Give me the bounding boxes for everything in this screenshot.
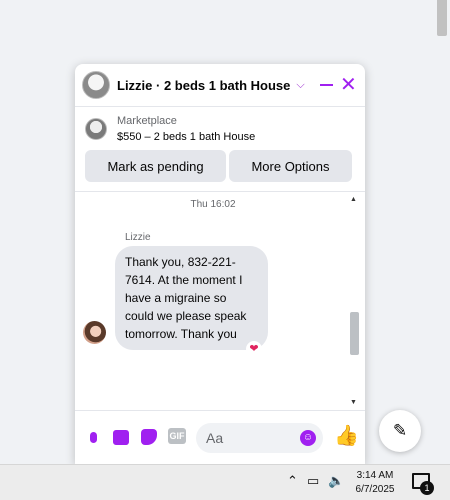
taskbar: ⌃ ▭ 🔈 3:14 AM 6/7/2025 1: [0, 464, 450, 500]
notification-badge: 1: [420, 481, 434, 495]
chevron-down-icon[interactable]: ⌵: [296, 79, 304, 92]
marketplace-label: Marketplace: [117, 115, 177, 127]
message-scrollbar[interactable]: ▲ ▼: [348, 192, 360, 410]
message-timestamp: Thu 16:02: [190, 199, 236, 210]
scroll-down-arrow-icon[interactable]: ▼: [350, 399, 357, 406]
message-bubble[interactable]: Thank you, 832-221-7614. At the moment I…: [115, 246, 268, 350]
chat-title[interactable]: Lizzie · 2 beds 1 bath House: [117, 78, 290, 93]
page-scrollbar-thumb[interactable]: [437, 0, 447, 36]
marketplace-listing[interactable]: Marketplace $550 – 2 beds 1 bath House: [75, 107, 365, 151]
clock-date: 6/7/2025: [355, 484, 395, 495]
heart-reaction-icon[interactable]: ❤: [246, 341, 262, 357]
clock-time: 3:14 AM: [356, 470, 394, 481]
system-clock[interactable]: 3:14 AM 6/7/2025: [352, 469, 398, 497]
thumbs-up-icon[interactable]: 👍: [334, 425, 359, 447]
volume-icon[interactable]: 🔈: [328, 473, 344, 489]
more-options-button[interactable]: More Options: [229, 150, 352, 182]
sender-name: Lizzie: [125, 232, 151, 243]
close-icon[interactable]: ✕: [340, 75, 357, 95]
message-input[interactable]: [206, 430, 296, 446]
gif-icon[interactable]: GIF: [168, 428, 186, 444]
scroll-up-arrow-icon[interactable]: ▲: [350, 196, 357, 203]
message-composer: GIF ☺ 👍: [75, 410, 365, 464]
network-icon[interactable]: ▭: [307, 473, 319, 489]
message-scrollbar-thumb[interactable]: [350, 312, 359, 355]
microphone-icon[interactable]: [84, 428, 102, 446]
emoji-icon[interactable]: ☺: [300, 430, 316, 446]
sticker-icon[interactable]: [140, 428, 158, 446]
listing-avatar[interactable]: [82, 71, 110, 99]
minimize-icon[interactable]: [320, 84, 333, 86]
chat-popup: Lizzie · 2 beds 1 bath House ⌵ ✕ Marketp…: [75, 64, 365, 464]
listing-price-title: $550 – 2 beds 1 bath House: [117, 131, 256, 143]
new-message-icon[interactable]: ✎: [379, 410, 421, 452]
chat-header[interactable]: Lizzie · 2 beds 1 bath House ⌵ ✕: [75, 64, 365, 107]
listing-actions: Mark as pending More Options: [85, 150, 355, 182]
marketplace-text: Marketplace $550 – 2 beds 1 bath House: [117, 113, 255, 145]
page-scrollbar[interactable]: [433, 0, 450, 464]
tray-expand-icon[interactable]: ⌃: [287, 473, 298, 489]
image-icon[interactable]: [112, 428, 130, 446]
marketplace-thumbnail: [85, 118, 107, 140]
message-input-box[interactable]: ☺: [196, 423, 323, 453]
message-list[interactable]: Thu 16:02 Lizzie Thank you, 832-221-7614…: [75, 192, 365, 410]
sender-avatar[interactable]: [83, 321, 106, 344]
mark-as-pending-button[interactable]: Mark as pending: [85, 150, 226, 182]
